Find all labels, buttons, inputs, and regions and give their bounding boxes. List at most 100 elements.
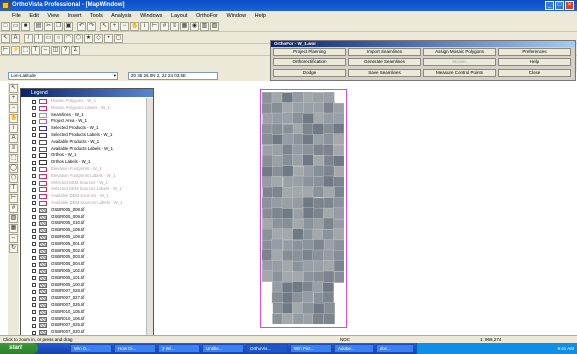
ortho-tile[interactable] [281, 208, 294, 220]
legend-item[interactable]: OSBR007_025.tif [21, 322, 145, 329]
ortho-tile[interactable] [302, 113, 314, 125]
ortho-tile[interactable] [271, 197, 283, 210]
legend-item[interactable]: OSBR007_026.tif [21, 302, 145, 309]
project-planning-button[interactable]: Project Planning [273, 48, 346, 56]
taskbar-item[interactable]: doc... [376, 344, 414, 353]
ortho-tile[interactable] [323, 112, 335, 125]
select-rect-icon[interactable]: ⬚ [9, 154, 18, 163]
measure-icon[interactable]: ⊢ [9, 194, 18, 203]
ortho-tile[interactable] [282, 154, 294, 167]
legend-item[interactable]: Orthos Labels - W_1 [21, 159, 145, 166]
ortho-tile[interactable] [323, 313, 335, 324]
pointer-icon[interactable]: ↖ [1, 34, 10, 43]
undo-icon[interactable]: ↶ [77, 22, 86, 31]
ortho-tile[interactable] [262, 112, 274, 125]
ortho-tile[interactable] [271, 102, 283, 114]
ortho-tile[interactable] [303, 92, 315, 103]
visibility-checkbox[interactable] [32, 310, 36, 315]
globe-icon[interactable]: ◉ [190, 22, 199, 31]
ortho-tile[interactable] [333, 207, 344, 220]
ortho-tile[interactable] [282, 165, 294, 178]
ortho-tile[interactable] [312, 228, 324, 241]
arc-tool-icon[interactable]: ◠ [64, 34, 73, 43]
ortho-tile[interactable] [282, 187, 294, 199]
ortho-tile[interactable] [291, 271, 304, 283]
visibility-checkbox[interactable] [32, 99, 36, 104]
zoom-out-icon[interactable]: − [9, 104, 18, 113]
ortho-tile[interactable] [302, 175, 315, 188]
grid-icon[interactable]: # [9, 204, 18, 213]
ortho-tile[interactable] [302, 281, 314, 294]
pan-hand-icon[interactable]: ✋ [130, 22, 139, 31]
ortho-tile[interactable] [302, 134, 314, 146]
projection-select[interactable]: Lon-Latitude ▾ [8, 72, 118, 80]
ortho-tile[interactable] [262, 207, 274, 220]
ortho-tile[interactable] [313, 154, 325, 167]
ortho-tile[interactable] [282, 271, 294, 283]
ortho-tile[interactable] [282, 250, 294, 262]
legend-item[interactable]: OSBR010_105.tif [21, 309, 145, 316]
ortho-tile[interactable] [302, 207, 315, 219]
visibility-checkbox[interactable] [32, 276, 36, 281]
ortho-tile[interactable] [323, 217, 335, 230]
ruler-icon[interactable]: ⊢ [150, 22, 159, 31]
ortho-tile[interactable] [292, 92, 304, 104]
visibility-checkbox[interactable] [32, 147, 36, 152]
taskbar-item[interactable]: Untitle... [202, 344, 244, 353]
legend-item[interactable]: OSBR005_101.tif [21, 275, 145, 282]
ortho-tile[interactable] [262, 123, 273, 136]
ortho-tile[interactable] [271, 176, 283, 188]
assign-mosaic-polygons-button[interactable]: Assign Mosaic Polygons [423, 48, 496, 56]
legend-item[interactable]: Project Area - W_1 [21, 118, 145, 125]
visibility-checkbox[interactable] [32, 133, 36, 138]
legend-item[interactable]: Orthos - W_1 [21, 152, 145, 159]
ortho-tile[interactable] [292, 196, 304, 209]
ortho-tile[interactable] [292, 112, 304, 124]
taskbar-item[interactable]: Adobe... [334, 344, 374, 353]
legend-item[interactable]: Elevation Footprints - W_1 [21, 166, 145, 173]
ortho-tile[interactable] [312, 313, 324, 324]
legend-item[interactable]: OSBR005_001.tif [21, 241, 145, 248]
ortho-tile[interactable] [282, 144, 294, 156]
refresh-icon[interactable]: ↻ [9, 244, 18, 253]
ortho-tile[interactable] [313, 176, 325, 188]
save-seamlines-button[interactable]: Save Seamlines [348, 69, 421, 77]
legend-icon[interactable]: ▧ [210, 22, 219, 31]
legend-item[interactable]: Seamlines - W_1 [21, 112, 145, 119]
visibility-checkbox[interactable] [32, 113, 36, 118]
ortho-tile[interactable] [281, 197, 293, 209]
legend-item[interactable]: Available Products Labels - W_1 [21, 146, 145, 153]
ortho-tile[interactable] [262, 144, 274, 157]
visibility-checkbox[interactable] [32, 255, 36, 260]
ortho-tile[interactable] [302, 249, 314, 262]
grid-icon[interactable]: # [160, 22, 169, 31]
query-icon[interactable]: ? [61, 46, 70, 55]
ortho-tile[interactable] [282, 176, 295, 188]
info-icon[interactable]: i [140, 22, 149, 31]
ortho-tile[interactable] [271, 238, 283, 251]
ortho-tile[interactable] [322, 291, 334, 304]
label-icon[interactable]: T [9, 184, 18, 193]
mosaic-button[interactable]: Mosaic [423, 58, 496, 66]
scale-icon[interactable]: ⇔ [9, 234, 18, 243]
ortho-tile[interactable] [303, 271, 315, 283]
taskbar-item[interactable]: How Di... [114, 344, 156, 353]
ortho-tile[interactable] [333, 196, 344, 209]
ortho-tile[interactable] [262, 176, 273, 189]
ortho-tile[interactable] [292, 218, 305, 231]
legend-item[interactable]: Mosaic Polygons Labels - W_1 [21, 105, 145, 112]
ortho-tile[interactable] [292, 249, 304, 262]
ortho-tile[interactable] [333, 165, 344, 178]
ortho-tile[interactable] [262, 218, 274, 230]
visibility-checkbox[interactable] [32, 323, 36, 328]
ortho-tile[interactable] [262, 92, 274, 104]
node-tool-icon[interactable]: • [104, 34, 113, 43]
ortho-tile[interactable] [302, 302, 314, 315]
cut-icon[interactable]: ✂ [44, 22, 53, 31]
select-polygon-icon[interactable]: ⬠ [9, 174, 18, 183]
ortho-tile[interactable] [323, 207, 335, 220]
ortho-tile[interactable] [334, 186, 344, 198]
rectangle-tool-icon[interactable]: ▭ [44, 34, 53, 43]
menu-window[interactable]: Window [227, 13, 247, 19]
ortho-tile[interactable] [303, 228, 315, 241]
